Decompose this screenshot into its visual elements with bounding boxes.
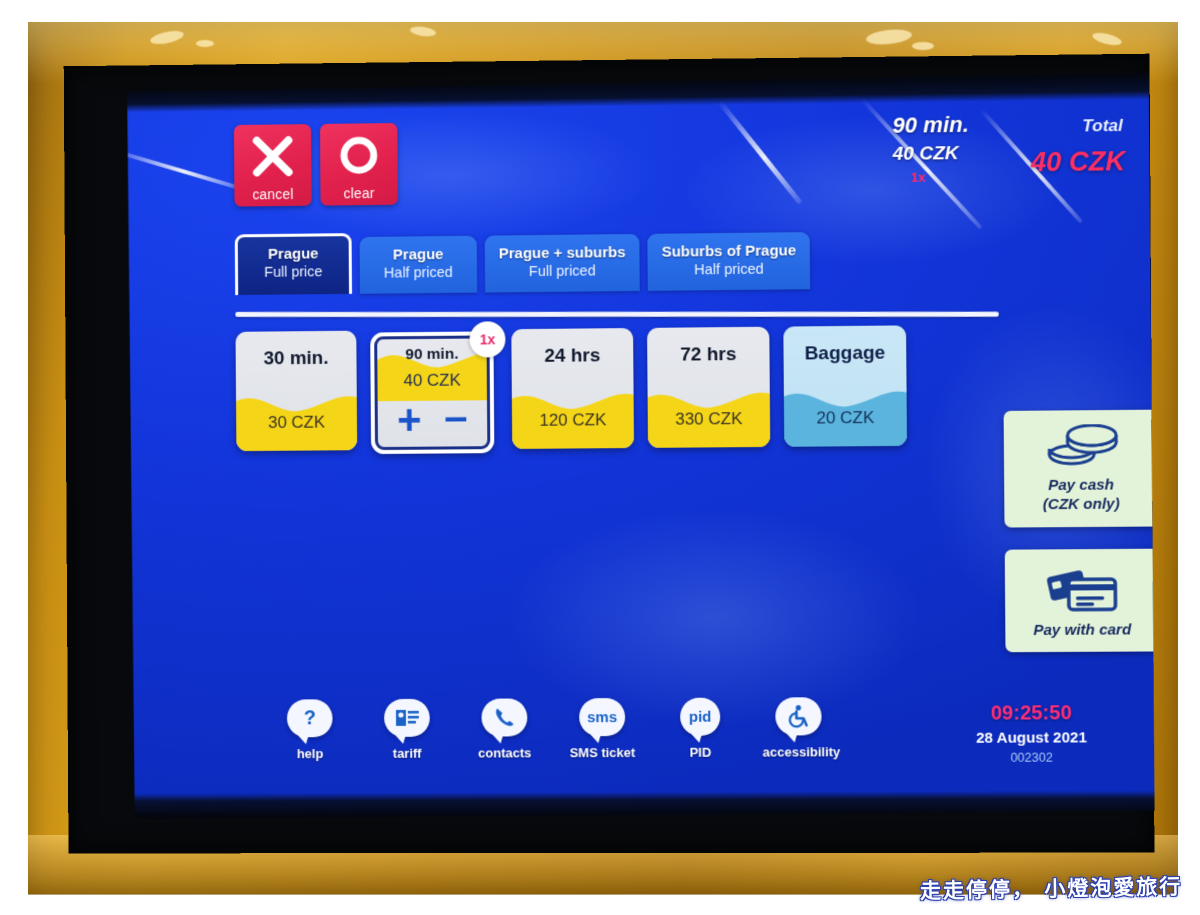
order-summary: 90 min. 40 CZK 1x Total 40 CZK [872,110,1125,204]
tariff-label: tariff [392,745,422,761]
pay-with-card-button[interactable]: Pay with card [1005,548,1155,652]
current-time: 09:25:50 [990,702,1072,725]
tab-price-label: Half priced [694,261,764,279]
tab-suburbs-of-prague-half-priced[interactable]: Suburbs of Prague Half priced [647,232,810,291]
tariff-document-icon [384,699,430,737]
tab-zone-label: Prague + suburbs [498,244,626,263]
accessibility-button[interactable]: accessibility [762,697,835,759]
pay-cash-label-line2: (CZK only) [1042,495,1120,513]
tab-prague-suburbs-full-priced[interactable]: Prague + suburbs Full priced [485,234,640,293]
ticket-tile-90-min-selected[interactable]: 1x 90 min. 40 CZK + – [370,329,498,458]
help-glyph: ? [303,707,316,730]
ticket-price: 30 CZK [267,412,326,432]
zone-tabs: Prague Full price Prague Half priced Pra… [235,228,811,295]
ticket-price: 20 CZK [816,407,875,428]
payment-panels: Pay cash (CZK only) Pay with card [1004,410,1155,653]
question-mark-icon: ? [287,699,333,737]
ticket-tile-baggage[interactable]: Baggage 20 CZK [783,325,907,446]
ticket-name: Baggage [804,342,886,365]
tariff-button[interactable]: tariff [371,699,443,761]
tab-price-label: Full priced [528,263,596,281]
screen-area: cancel clear 90 min. 40 CZK 1x Total 40 … [123,71,1155,819]
cross-icon [234,130,312,183]
coins-icon [1012,424,1150,469]
pid-icon: pid [680,698,720,736]
bezel-scuff [912,42,934,50]
status-clock: 09:25:50 28 August 2021 002302 [935,702,1128,765]
sms-glyph: sms [587,708,618,726]
pay-cash-button[interactable]: Pay cash (CZK only) [1004,410,1155,527]
ticket-name: 72 hrs [680,344,737,366]
summary-multiplier: 1x [910,169,926,185]
contacts-button[interactable]: contacts [468,698,540,760]
tab-underline [235,312,998,317]
summary-ticket-name: 90 min. [892,111,969,138]
pid-button[interactable]: pid PID [664,698,737,760]
tab-zone-label: Suburbs of Prague [661,242,797,261]
cancel-button[interactable]: cancel [234,124,312,206]
screen-reflection [503,506,926,729]
pay-with-card-label: Pay with card [1033,620,1132,639]
credit-card-icon [1013,562,1151,613]
selected-tile-body: 90 min. 40 CZK + – [374,335,490,450]
clear-button-label: clear [343,185,375,202]
tab-zone-label: Prague [268,245,319,263]
increase-quantity-button[interactable]: + [397,399,422,441]
ticket-tile-30-min[interactable]: 30 min. 30 CZK [236,331,358,451]
summary-ticket-price: 40 CZK [892,143,959,165]
sms-ticket-label: SMS ticket [569,745,636,761]
ticket-price: 120 CZK [539,410,607,430]
tab-zone-label: Prague [392,246,444,264]
help-button[interactable]: ? help [274,699,346,761]
pid-label: PID [689,744,712,760]
decrease-quantity-button[interactable]: – [444,395,468,437]
ticket-tile-24-hrs[interactable]: 24 hrs 120 CZK [511,328,634,449]
top-action-buttons: cancel clear [234,123,398,207]
tab-price-label: Full price [264,264,323,281]
summary-selection: 90 min. 40 CZK 1x [892,112,969,185]
light-streak [717,100,802,205]
ticket-tiles: 30 min. 30 CZK 1x 90 min. 40 CZK + – 24 … [236,325,908,459]
current-date: 28 August 2021 [976,729,1087,747]
quantity-stepper: + – [378,401,488,442]
sms-icon: sms [579,698,625,736]
tab-price-label: Half priced [383,264,453,282]
help-label: help [296,746,324,762]
total-value: 40 CZK [1030,146,1126,178]
kiosk-photo: cancel clear 90 min. 40 CZK 1x Total 40 … [0,0,1200,915]
ticket-price: 40 CZK [403,370,461,391]
terminal-id: 002302 [1010,750,1053,765]
accessibility-label: accessibility [762,744,841,760]
ticket-name: 24 hrs [544,345,601,367]
ticket-name: 30 min. [263,347,329,370]
ticket-name: 90 min. [405,345,459,364]
bezel-scuff [196,40,214,47]
contacts-label: contacts [478,745,532,761]
wheelchair-icon [775,697,822,735]
pay-cash-label-line1: Pay cash [1048,476,1115,495]
ticket-price: 330 CZK [675,409,743,429]
total-label: Total [1082,115,1123,136]
circle-icon [320,129,398,182]
phone-handset-icon [481,698,527,736]
ticket-tile-72-hrs[interactable]: 72 hrs 330 CZK [647,327,770,448]
bottom-toolbar: ? help tariff contacts sms SMS ticket pi… [274,697,835,761]
clear-button[interactable]: clear [320,123,398,206]
cancel-button-label: cancel [252,185,294,203]
light-streak [123,147,248,193]
pid-glyph: pid [688,708,712,726]
quantity-badge: 1x [469,321,505,357]
tab-prague-full-price[interactable]: Prague Full price [235,233,352,295]
tab-prague-half-priced[interactable]: Prague Half priced [360,236,478,294]
photo-watermark: 走走停停， 小燈泡愛旅行 [919,874,1183,904]
sms-ticket-button[interactable]: sms SMS ticket [566,698,638,760]
ticket-machine-screen: cancel clear 90 min. 40 CZK 1x Total 40 … [123,71,1155,819]
